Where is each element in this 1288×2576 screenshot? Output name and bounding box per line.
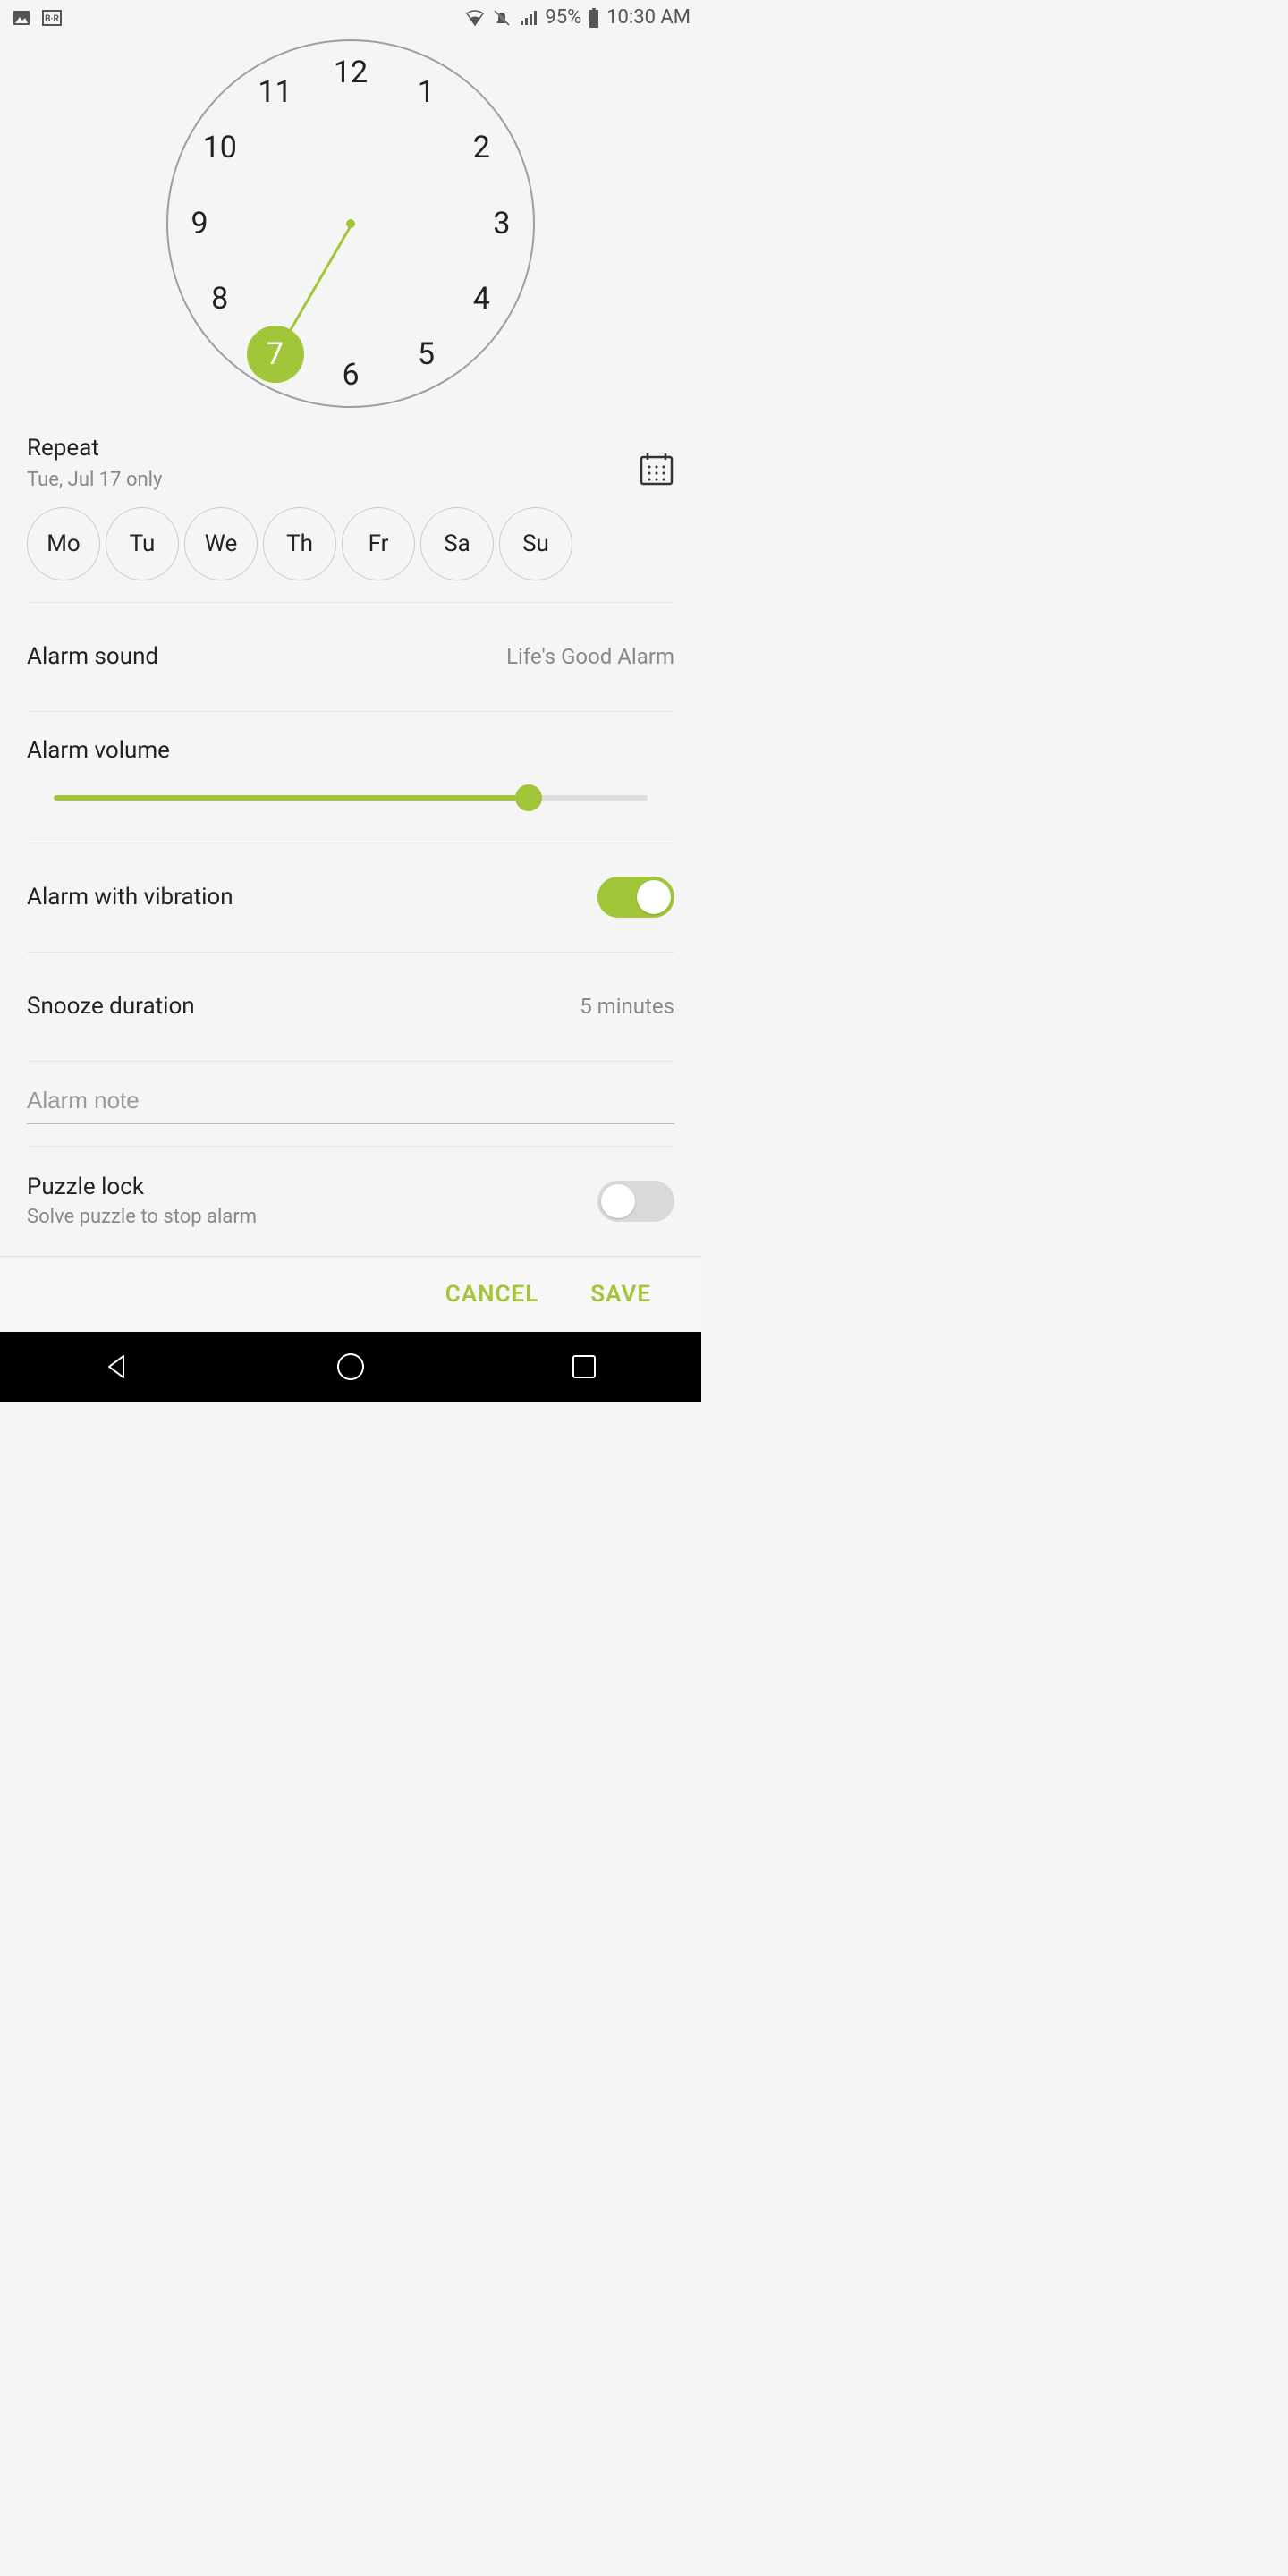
puzzle-lock-subtitle: Solve puzzle to stop alarm <box>27 1206 257 1228</box>
br-icon: B·R <box>41 7 63 29</box>
image-icon <box>11 7 32 29</box>
clock-picker[interactable]: 12 1 2 3 4 5 6 7 8 9 10 11 <box>0 36 701 408</box>
notification-off-icon <box>491 7 513 29</box>
calendar-icon[interactable] <box>639 451 674 487</box>
snooze-row[interactable]: Snooze duration 5 minutes <box>27 953 674 1062</box>
day-su[interactable]: Su <box>499 507 572 580</box>
clock-num-4[interactable]: 4 <box>454 272 508 326</box>
day-sa[interactable]: Sa <box>420 507 494 580</box>
status-left: B·R <box>11 7 63 29</box>
alarm-note-row[interactable] <box>27 1062 674 1124</box>
status-right: 95% 10:30 AM <box>464 6 691 29</box>
clock-num-1[interactable]: 1 <box>399 65 453 119</box>
signal-icon <box>518 7 539 29</box>
slider-fill <box>54 795 529 801</box>
clock-num-11[interactable]: 11 <box>249 65 302 119</box>
clock-num-6[interactable]: 6 <box>324 348 377 402</box>
clock-num-8[interactable]: 8 <box>193 272 247 326</box>
snooze-label: Snooze duration <box>27 993 195 1020</box>
slider-thumb[interactable] <box>515 784 542 811</box>
back-icon[interactable] <box>102 1352 132 1382</box>
svg-text:B·R: B·R <box>45 14 59 24</box>
puzzle-lock-row[interactable]: Puzzle lock Solve puzzle to stop alarm <box>27 1147 674 1256</box>
wifi-icon <box>464 7 486 29</box>
repeat-title: Repeat <box>27 435 162 462</box>
toggle-knob <box>637 880 671 914</box>
snooze-value: 5 minutes <box>580 994 674 1019</box>
clock-num-3[interactable]: 3 <box>475 197 529 250</box>
clock-num-7-selected[interactable]: 7 <box>247 326 304 383</box>
alarm-volume-label: Alarm volume <box>27 737 674 764</box>
alarm-sound-value: Life's Good Alarm <box>506 644 674 669</box>
day-tu[interactable]: Tu <box>106 507 179 580</box>
battery-icon <box>587 7 601 29</box>
navigation-bar <box>0 1332 701 1402</box>
clock-num-12[interactable]: 12 <box>324 46 377 99</box>
repeat-subtitle: Tue, Jul 17 only <box>27 469 162 491</box>
day-th[interactable]: Th <box>263 507 336 580</box>
action-bar: CANCEL SAVE <box>0 1256 701 1332</box>
vibration-label: Alarm with vibration <box>27 884 233 911</box>
alarm-note-input[interactable] <box>27 1087 674 1114</box>
puzzle-lock-toggle[interactable] <box>597 1181 674 1222</box>
clock-time: 10:30 AM <box>606 6 691 29</box>
clock-num-9[interactable]: 9 <box>173 197 226 250</box>
day-mo[interactable]: Mo <box>27 507 100 580</box>
vibration-row[interactable]: Alarm with vibration <box>27 843 674 953</box>
day-we[interactable]: We <box>184 507 258 580</box>
day-fr[interactable]: Fr <box>342 507 415 580</box>
clock-num-2[interactable]: 2 <box>454 121 508 174</box>
home-icon[interactable] <box>335 1352 366 1382</box>
toggle-knob <box>601 1184 635 1218</box>
alarm-sound-row[interactable]: Alarm sound Life's Good Alarm <box>27 603 674 712</box>
clock-num-10[interactable]: 10 <box>193 121 247 174</box>
puzzle-lock-label: Puzzle lock <box>27 1174 257 1200</box>
volume-slider[interactable] <box>54 789 648 807</box>
recents-icon[interactable] <box>569 1352 599 1382</box>
vibration-toggle[interactable] <box>597 877 674 918</box>
save-button[interactable]: SAVE <box>590 1281 651 1308</box>
alarm-sound-label: Alarm sound <box>27 643 158 670</box>
day-selector: Mo Tu We Th Fr Sa Su <box>27 507 674 603</box>
cancel-button[interactable]: CANCEL <box>445 1281 538 1308</box>
clock-num-5[interactable]: 5 <box>399 327 453 381</box>
alarm-volume-row: Alarm volume <box>27 712 674 843</box>
clock-center-dot <box>346 219 355 228</box>
status-bar: B·R 95% 10:30 AM <box>0 0 701 36</box>
battery-percent: 95% <box>545 6 581 29</box>
